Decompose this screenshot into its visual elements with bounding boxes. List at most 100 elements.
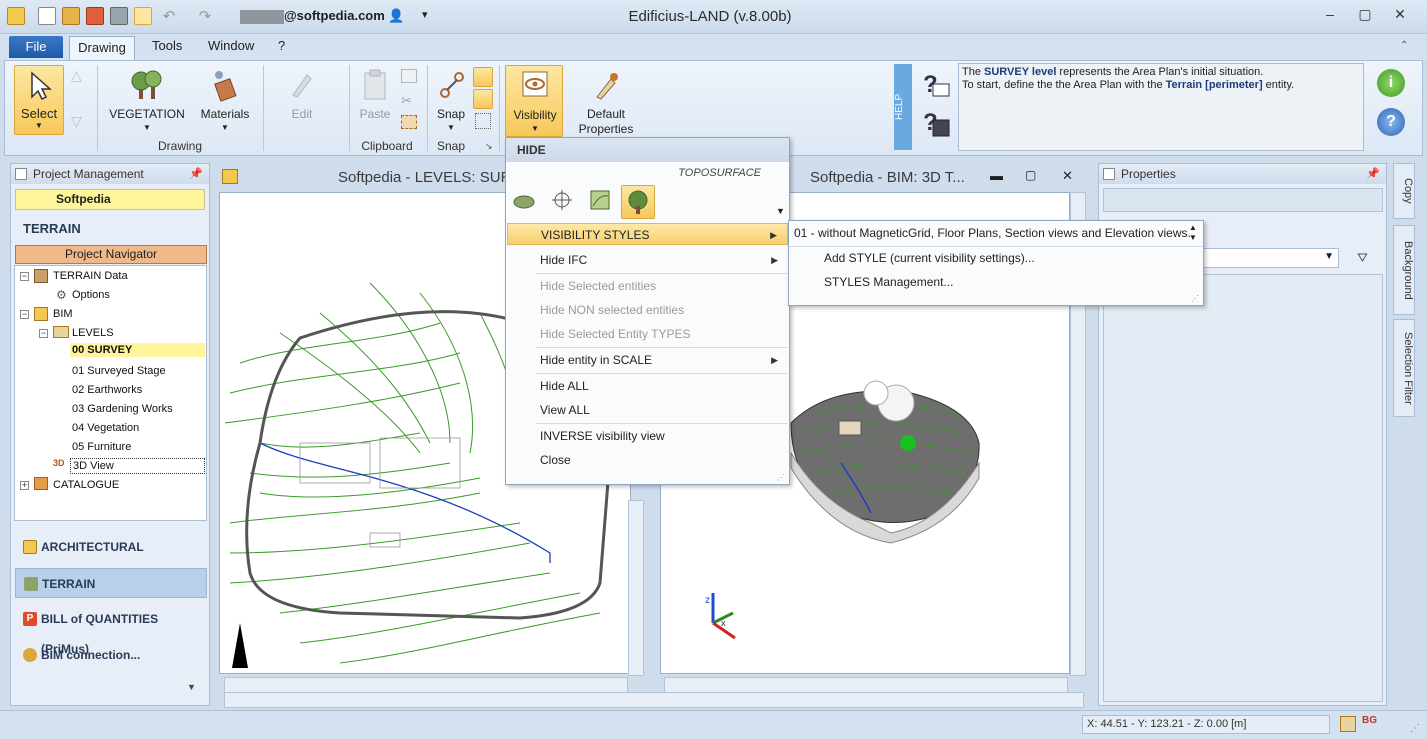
main-hscroll[interactable] [224, 692, 1084, 708]
tree-item-levels[interactable]: LEVELS [72, 327, 114, 339]
tree-item-3d-view[interactable]: 3D View [70, 458, 205, 474]
file-tab[interactable]: File [9, 36, 63, 58]
filter-icon[interactable]: ⛛ [1357, 250, 1368, 266]
tree-item-level-4[interactable]: 04 Vegetation [72, 422, 139, 434]
vegetation-hide-icon[interactable] [621, 185, 655, 219]
help-tab[interactable]: HELP [894, 64, 912, 150]
tree-item-level-3[interactable]: 03 Gardening Works [72, 403, 173, 415]
scroll-up-icon[interactable]: ▲ [1189, 223, 1197, 232]
target-hide-icon[interactable] [550, 188, 574, 212]
redo-icon[interactable]: ↷ [196, 7, 214, 25]
menu-item-hide-all[interactable]: Hide ALL [507, 375, 788, 397]
tree-item-level-1[interactable]: 01 Surveyed Stage [72, 365, 166, 377]
menu-resize-grip-icon[interactable]: ⋰ [777, 473, 785, 482]
new-file-icon[interactable] [38, 7, 56, 25]
collapse-icon[interactable]: − [39, 329, 48, 338]
info-icon[interactable]: i [1377, 69, 1405, 97]
snap-midpoint-icon[interactable] [473, 89, 493, 109]
pointer-icon[interactable] [134, 7, 152, 25]
module-architectural[interactable]: ARCHITECTURAL [15, 532, 207, 562]
menu-item-visibility-styles[interactable]: VISIBILITY STYLES ▶ [507, 223, 788, 245]
open-folder-icon[interactable] [62, 7, 80, 25]
tree-item-level-2[interactable]: 02 Earthworks [72, 384, 142, 396]
side-tab-selection-filter[interactable]: Selection Filter [1393, 319, 1415, 417]
default-properties-button[interactable]: Default Properties [573, 65, 639, 137]
view-minimize-icon[interactable]: ▬ [990, 168, 1003, 183]
contour-hide-icon[interactable] [588, 188, 612, 212]
visibility-button[interactable]: Visibility ▼ [505, 65, 563, 137]
help-video-icon[interactable]: ? [919, 106, 951, 140]
project-name[interactable]: Softpedia [15, 189, 205, 210]
print-icon[interactable] [110, 7, 128, 25]
snap-button[interactable]: Snap ▼ [431, 65, 471, 135]
collapse-icon[interactable]: − [20, 272, 29, 281]
undo-icon[interactable]: ↶ [160, 7, 178, 25]
module-bim-connection[interactable]: BIM connection... [15, 640, 207, 670]
tab-drawing[interactable]: Drawing [69, 36, 135, 60]
paste-button[interactable]: Paste [355, 65, 395, 135]
tree-item-terrain-data[interactable]: TERRAIN Data [53, 270, 128, 282]
resize-grip-icon[interactable]: ⋰ [1410, 723, 1420, 734]
customize-toolbar-icon[interactable]: ▾ [422, 8, 428, 21]
left-view-hscroll[interactable] [224, 677, 628, 693]
pin-icon[interactable]: 📌 [189, 164, 203, 184]
pin-icon[interactable]: 📌 [1366, 164, 1380, 184]
vegetation-button[interactable]: VEGETATION ▼ [107, 65, 187, 135]
tab-window[interactable]: Window [208, 38, 254, 53]
tree-item-level-5[interactable]: 05 Furniture [72, 441, 131, 453]
edit-button[interactable]: Edit [277, 65, 327, 135]
down-arrow-icon[interactable]: ▽ [71, 113, 82, 130]
snap-endpoint-icon[interactable] [473, 67, 493, 87]
toposurface-hide-icon[interactable] [512, 188, 536, 212]
module-terrain[interactable]: TERRAIN [15, 568, 207, 598]
question-icon[interactable]: ? [1377, 108, 1405, 136]
submenu-resize-grip-icon[interactable]: ⋰ [1191, 294, 1199, 303]
project-navigator-button[interactable]: Project Navigator [15, 245, 207, 264]
dialog-launcher-icon[interactable]: ↘ [485, 141, 493, 152]
select-region-icon[interactable] [401, 115, 417, 129]
save-icon[interactable] [86, 7, 104, 25]
select-button[interactable]: Select ▼ [14, 65, 64, 135]
snap-grid-icon[interactable] [475, 113, 491, 129]
tree-item-options[interactable]: Options [72, 289, 110, 301]
submenu-item-styles-management[interactable]: STYLES Management... [790, 271, 1190, 293]
copy-icon[interactable] [401, 69, 417, 83]
more-modules-icon[interactable]: ▼ [187, 682, 196, 692]
user-icon[interactable]: 👤 [388, 8, 404, 24]
minimize-icon[interactable]: – [1315, 6, 1345, 26]
view-restore-icon[interactable]: ▢ [1025, 168, 1036, 182]
left-view-vscroll[interactable] [628, 500, 644, 676]
tree-item-level-0[interactable]: 00 SURVEY [70, 343, 205, 357]
collapse-icon[interactable]: − [20, 310, 29, 319]
side-tab-copy[interactable]: Copy [1393, 163, 1415, 219]
cut-icon[interactable]: ✂ [401, 93, 412, 109]
tree-item-bim[interactable]: BIM [53, 308, 73, 320]
up-arrow-icon[interactable]: △ [71, 67, 82, 84]
expand-icon[interactable]: + [20, 481, 29, 490]
menu-item-hide-in-scale[interactable]: Hide entity in SCALE ▶ [507, 349, 788, 371]
app-logo-icon[interactable] [7, 7, 25, 25]
close-icon[interactable]: ✕ [1385, 6, 1415, 26]
menu-item-hide-ifc[interactable]: Hide IFC ▶ [507, 249, 788, 271]
grid-status-icon[interactable] [1340, 716, 1356, 732]
scroll-down-icon[interactable]: ▼ [1189, 233, 1197, 242]
help-tips-icon[interactable]: ? [919, 68, 951, 102]
materials-button[interactable]: Materials ▼ [195, 65, 255, 135]
tab-tools[interactable]: Tools [152, 38, 182, 53]
menu-item-close[interactable]: Close [507, 449, 788, 471]
module-bill-of-quantities[interactable]: P BILL of QUANTITIES (PriMus) [15, 604, 207, 656]
side-tab-selection-filter-label: Selection Filter [1402, 331, 1414, 405]
side-tab-background[interactable]: Background [1393, 225, 1415, 315]
tree-item-catalogue[interactable]: CATALOGUE [53, 479, 119, 491]
tab-help[interactable]: ? [278, 38, 285, 53]
submenu-item-add-style[interactable]: Add STYLE (current visibility settings).… [790, 247, 1190, 269]
collapse-ribbon-icon[interactable]: ⌃ [1400, 40, 1408, 51]
submenu-item-style-01[interactable]: 01 - without MagneticGrid, Floor Plans, … [790, 222, 1191, 244]
menu-item-view-all[interactable]: View ALL [507, 399, 788, 421]
maximize-icon[interactable]: ▢ [1350, 6, 1380, 26]
right-view-hscroll[interactable] [664, 677, 1068, 693]
view-close-icon[interactable]: ✕ [1062, 168, 1073, 184]
menu-item-inverse-visibility[interactable]: INVERSE visibility view [507, 425, 788, 447]
scroll-down-icon[interactable]: ▼ [776, 206, 785, 216]
bg-status-icon[interactable]: BG [1362, 715, 1377, 726]
